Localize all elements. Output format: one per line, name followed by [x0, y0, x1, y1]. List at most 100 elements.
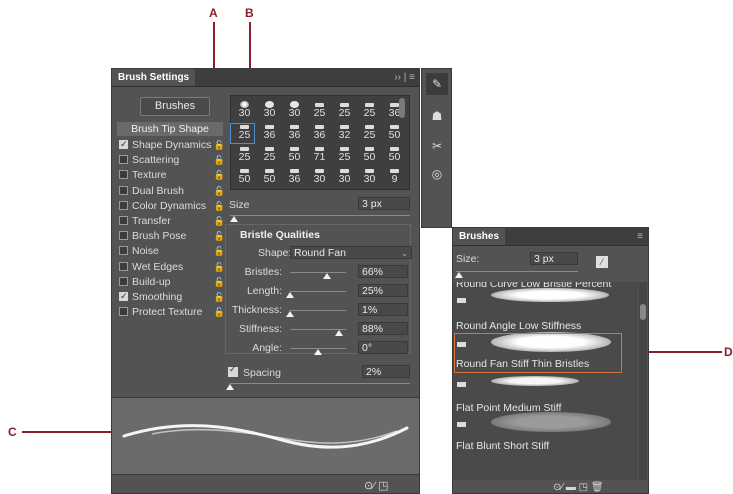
quality-slider-thumb[interactable]	[322, 273, 331, 279]
option-checkbox[interactable]	[119, 290, 128, 303]
brush-preset[interactable]: 32	[332, 122, 357, 141]
quality-value-input[interactable]: 25%	[358, 284, 408, 297]
option-checkbox[interactable]	[119, 185, 128, 195]
preset-grid-scrollbar[interactable]	[399, 98, 405, 118]
brush-option-brush-pose[interactable]: Brush Pose 🔓	[117, 230, 225, 243]
brush-option-texture[interactable]: Texture 🔓	[117, 169, 225, 182]
brush-preset[interactable]: 36	[282, 166, 307, 185]
brush-preset[interactable]: 25	[332, 100, 357, 119]
brush-item-name[interactable]: Flat Blunt Short Stiff	[456, 440, 549, 452]
brush-option-wet-edges[interactable]: Wet Edges 🔓	[117, 261, 225, 274]
option-checkbox[interactable]	[119, 170, 128, 180]
lock-icon[interactable]: 🔓	[214, 276, 225, 289]
size-slider-track[interactable]	[230, 215, 410, 216]
option-checkbox[interactable]	[119, 216, 128, 225]
brush-tip-shape-item[interactable]: Brush Tip Shape	[117, 122, 223, 136]
brush-option-shape-dynamics[interactable]: Shape Dynamics🔓	[117, 138, 225, 152]
clone-source-icon[interactable]: ☗	[426, 105, 448, 127]
quality-slider-thumb[interactable]	[286, 311, 294, 317]
quality-value-input[interactable]: 88%	[358, 322, 408, 335]
brush-preset[interactable]: 50	[257, 166, 282, 185]
brushes-size-slider-thumb[interactable]	[455, 272, 463, 278]
brush-panel-icon[interactable]: ✎	[426, 73, 448, 95]
new-brush-icon[interactable]: ⁄	[596, 256, 608, 268]
brush-preset[interactable]: 25	[357, 122, 382, 141]
option-checkbox[interactable]	[119, 200, 128, 210]
brushes-button[interactable]: Brushes	[140, 97, 210, 116]
lock-icon[interactable]: 🔓	[214, 139, 225, 152]
brush-preset[interactable]: 36	[257, 122, 282, 141]
brush-option-protect-texture[interactable]: Protect Texture 🔓	[117, 306, 225, 319]
lock-icon[interactable]: 🔓	[214, 291, 225, 304]
brush-list[interactable]: Round Curve Low Bristle Percent Round Ang…	[453, 282, 638, 480]
lock-icon[interactable]: 🔓	[214, 261, 225, 274]
brush-preset[interactable]: 30	[282, 100, 307, 119]
quality-slider-track[interactable]	[290, 310, 346, 311]
brush-settings-tab[interactable]: Brush Settings	[112, 69, 196, 86]
brushes-menu-icon[interactable]: ≡	[637, 228, 643, 245]
brush-preset[interactable]: 25	[332, 144, 357, 163]
brushes-tab[interactable]: Brushes	[453, 228, 506, 245]
panel-menu-icon[interactable]: ›› | ≡	[394, 69, 415, 86]
brush-option-transfer[interactable]: Transfer 🔓	[117, 215, 225, 228]
size-slider-thumb[interactable]	[229, 216, 238, 222]
quality-value-input[interactable]: 66%	[358, 265, 408, 278]
shape-select[interactable]: Round Fan ⌄	[290, 246, 412, 259]
brush-item-name[interactable]: Round Angle Low Stiffness	[456, 320, 581, 332]
panel-footer-icons[interactable]: ⊙⁄ ◳	[364, 479, 389, 492]
brush-preset[interactable]: 25	[232, 144, 257, 163]
scrollbar-thumb[interactable]	[640, 304, 646, 320]
libraries-icon[interactable]: ◎	[426, 163, 448, 185]
option-checkbox[interactable]	[119, 276, 128, 286]
brush-preset[interactable]: 25	[357, 100, 382, 119]
brushes-footer-icons[interactable]: ⊙⁄ ▬ ◳ 🗑	[553, 482, 604, 493]
option-checkbox[interactable]	[119, 155, 128, 165]
lock-icon[interactable]: 🔓	[214, 245, 225, 258]
brush-option-color-dynamics[interactable]: Color Dynamics 🔓	[117, 200, 225, 213]
quality-slider-thumb[interactable]	[286, 292, 294, 298]
quality-slider-thumb[interactable]	[314, 349, 322, 355]
spacing-slider-track[interactable]	[230, 383, 410, 384]
brush-preset[interactable]: 30	[332, 166, 357, 185]
option-checkbox[interactable]	[119, 307, 128, 317]
brush-option-dual-brush[interactable]: Dual Brush 🔓	[117, 185, 225, 198]
brush-preset[interactable]: 71	[307, 144, 332, 163]
brush-option-scattering[interactable]: Scattering 🔓	[117, 154, 225, 167]
option-checkbox[interactable]	[119, 138, 128, 151]
brush-preset[interactable]: 9	[382, 166, 407, 185]
brushes-size-input[interactable]: 3 px	[530, 252, 578, 265]
quality-value-input[interactable]: 1%	[358, 303, 408, 316]
brush-preset[interactable]: 30	[257, 100, 282, 119]
brush-option-smoothing[interactable]: Smoothing 🔓	[117, 290, 225, 304]
brushes-size-slider-track[interactable]	[456, 271, 578, 272]
brush-list-scrollbar[interactable]	[639, 282, 647, 480]
brush-preset[interactable]: 50	[282, 144, 307, 163]
brush-preset[interactable]: 50	[357, 144, 382, 163]
brush-preset[interactable]: 30	[232, 100, 257, 119]
brush-preset-grid[interactable]: 30 30 30 25 25 25 36 25 36 36 36 32 25 50 25 25 50 71 25 50…	[230, 95, 410, 190]
lock-icon[interactable]: 🔓	[214, 230, 225, 243]
lock-icon[interactable]: 🔓	[214, 185, 225, 198]
lock-icon[interactable]: 🔓	[214, 200, 225, 213]
spacing-checkbox[interactable]	[228, 364, 238, 377]
tool-presets-icon[interactable]: ✂	[426, 135, 448, 157]
lock-icon[interactable]: 🔓	[214, 154, 225, 167]
lock-icon[interactable]: 🔓	[214, 169, 225, 182]
size-input[interactable]: 3 px	[358, 197, 410, 210]
quality-value-input[interactable]: 0°	[358, 341, 408, 354]
lock-icon[interactable]: 🔓	[214, 215, 225, 228]
quality-slider-track[interactable]	[290, 272, 346, 273]
option-checkbox[interactable]	[119, 246, 128, 256]
brush-preset[interactable]: 50	[382, 122, 407, 141]
brush-preset[interactable]: 50	[232, 166, 257, 185]
brush-preset[interactable]: 25	[307, 100, 332, 119]
brush-option-build-up[interactable]: Build-up 🔓	[117, 276, 225, 289]
quality-slider-track[interactable]	[290, 291, 346, 292]
brush-preset[interactable]: 30	[357, 166, 382, 185]
lock-icon[interactable]: 🔓	[214, 306, 225, 319]
brush-preset[interactable]: 50	[382, 144, 407, 163]
quality-slider-thumb[interactable]	[335, 330, 344, 336]
brush-preset[interactable]: 25	[257, 144, 282, 163]
brush-preset[interactable]: 36	[282, 122, 307, 141]
spacing-slider-thumb[interactable]	[226, 384, 234, 390]
